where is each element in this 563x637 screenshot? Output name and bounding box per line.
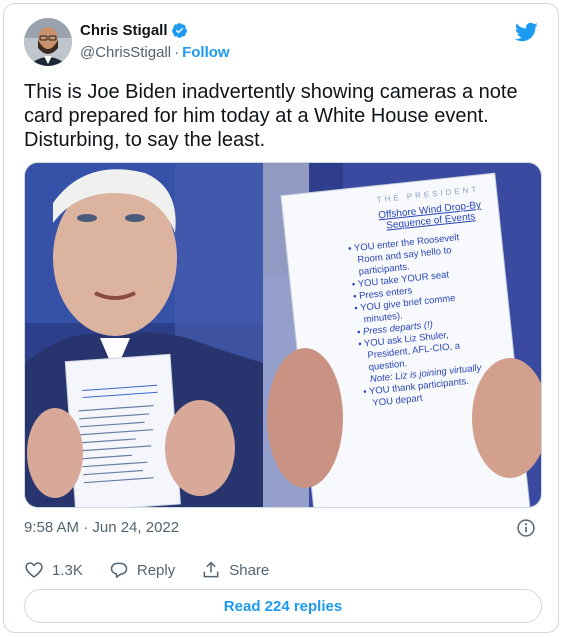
share-upload-icon (203, 561, 219, 578)
share-label: Share (229, 561, 270, 579)
author-handle[interactable]: @ChrisStigall (80, 44, 171, 61)
tweet-actions: 1.3K Reply Share (24, 560, 295, 580)
heart-icon (25, 562, 43, 579)
read-replies-button[interactable]: Read 224 replies (24, 589, 542, 623)
reply-bubble-icon (110, 562, 128, 578)
tweet-media[interactable]: THE PRESIDENT Offshore Wind Drop-By Sequ… (24, 162, 542, 508)
author-name-row: Chris Stigall (80, 22, 188, 39)
avatar[interactable] (24, 18, 72, 66)
author-name[interactable]: Chris Stigall (80, 22, 168, 39)
avatar-image (24, 18, 72, 66)
twitter-bird-icon[interactable] (514, 20, 538, 44)
reply-button[interactable]: Reply (109, 560, 175, 580)
tweet-embed-card: Chris Stigall @ChrisStigall · Follow This … (3, 3, 559, 633)
separator-dot: · (174, 44, 180, 61)
info-icon[interactable] (516, 518, 536, 538)
like-button[interactable]: 1.3K (24, 560, 83, 580)
tweet-text: This is Joe Biden inadvertently showing … (24, 81, 518, 151)
follow-button[interactable]: Follow (182, 44, 230, 61)
verified-badge-icon (171, 23, 187, 38)
reply-label: Reply (136, 561, 176, 579)
share-button[interactable]: Share (201, 560, 269, 580)
like-count: 1.3K (52, 561, 83, 579)
note-card-text: THE PRESIDENT Offshore Wind Drop-By Sequ… (343, 181, 534, 411)
author-handle-row: @ChrisStigall · Follow (80, 44, 230, 61)
tweet-timestamp[interactable]: 9:58 AM · Jun 24, 2022 (24, 519, 179, 536)
